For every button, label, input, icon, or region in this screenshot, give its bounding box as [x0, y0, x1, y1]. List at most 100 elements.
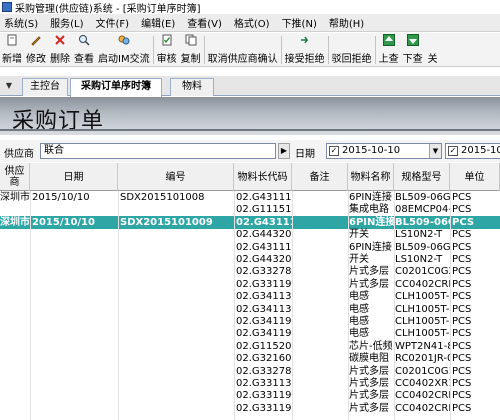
- header-number[interactable]: 编号: [118, 163, 234, 191]
- arrow-up-icon: [382, 34, 395, 46]
- new-button[interactable]: 新增: [0, 33, 24, 67]
- cell-supplier: [0, 365, 30, 378]
- column-divider: [348, 191, 349, 420]
- cell-spec: CLH1005T-5: [395, 291, 450, 303]
- start-im-button[interactable]: 启动IM交流: [96, 33, 152, 67]
- table-row[interactable]: 02.G331135 片式多层 CC0402XR10PCS: [0, 377, 500, 390]
- query-up-button[interactable]: 上查: [377, 33, 401, 67]
- table-row[interactable]: 02.G321601 碳膜电阻 RC0201JR-0 PCS: [0, 352, 500, 365]
- table-row[interactable]: 02.G341131 电感 CLH1005T-5 PCS: [0, 290, 500, 303]
- cell-supplier: 深圳市: [0, 216, 30, 228]
- cell-note: [294, 402, 348, 415]
- cell-material-code: 02.G341199: [236, 328, 292, 340]
- cell-number: SDX2015101009: [120, 216, 213, 228]
- modify-button[interactable]: 修改: [24, 33, 48, 67]
- cancel-supplier-confirm-button[interactable]: 取消供应商确认: [206, 33, 280, 67]
- accept-arrow-icon: [299, 34, 311, 46]
- header-unit[interactable]: 单位: [450, 163, 500, 191]
- date-from-checkbox[interactable]: ✓: [329, 146, 339, 156]
- audit-button[interactable]: 审核: [155, 33, 179, 67]
- accept-reject-button[interactable]: 接受拒绝: [283, 33, 327, 67]
- delete-button[interactable]: 删除: [48, 33, 72, 67]
- table-row[interactable]: 02.G331196 片式多层 CC0402CRNPPCS: [0, 278, 500, 291]
- date-to-checkbox[interactable]: ✓: [448, 146, 458, 156]
- banner-divider: [0, 129, 500, 131]
- cell-material-code: 02.G431110: [236, 241, 292, 253]
- table-row[interactable]: 02.G331196 片式多层 CC0402CRNPPCS: [0, 402, 500, 415]
- cell-number: [120, 241, 234, 254]
- menu-edit[interactable]: 编辑(E): [137, 15, 183, 30]
- header-supplier[interactable]: 供应商: [0, 163, 30, 191]
- table-row[interactable]: 02.G443201 开关 LS10N2-T PCS: [0, 228, 500, 241]
- tab-material[interactable]: 物料: [170, 78, 214, 96]
- cell-material-name: 片式多层: [349, 402, 389, 414]
- date-to-picker[interactable]: ✓ 2015-10: [445, 143, 500, 159]
- table-row[interactable]: 02.G331196 片式多层 CC0402CRNPPCS: [0, 389, 500, 402]
- date-from-picker[interactable]: ✓ 2015-10-10 ▼: [326, 143, 442, 159]
- table-row[interactable]: 02.G115205 芯片-低频WPT2N41-8/PCS: [0, 340, 500, 353]
- cell-material-name: 电感: [349, 303, 369, 315]
- chevron-down-icon[interactable]: ▼: [429, 144, 441, 158]
- cell-material-code: 02.G431110: [236, 192, 292, 203]
- table-row[interactable]: 02.G111510 集成电路 08EMCP04-NPPCS: [0, 203, 500, 216]
- menu-service[interactable]: 服务(L): [46, 15, 91, 30]
- menu-system[interactable]: 系统(S): [0, 15, 46, 30]
- cell-note: [294, 265, 348, 278]
- header-spec[interactable]: 规格型号: [394, 163, 450, 191]
- window-title: 采购管理(供应链)系统 - [采购订单序时簿]: [15, 3, 201, 15]
- table-row[interactable]: 02.G341199 电感 CLH1005T-5 PCS: [0, 327, 500, 340]
- column-divider: [30, 191, 31, 420]
- tab-main-console[interactable]: 主控台: [22, 78, 68, 96]
- toolbar-separator: [327, 36, 329, 64]
- menu-view[interactable]: 查看(V): [183, 15, 230, 30]
- column-divider: [450, 191, 451, 420]
- tab-purchase-order-list[interactable]: 采购订单序时簿: [70, 78, 162, 97]
- table-row[interactable]: 深圳市 2015/10/10 SDX2015101008 02.G431110 6PIN…: [0, 191, 500, 204]
- cell-note: [294, 340, 348, 353]
- table-row[interactable]: 02.G341199 电感 CLH1005T-5 PCS: [0, 315, 500, 328]
- table-row[interactable]: 02.G341131 电感 CLH1005T-1 PCS: [0, 303, 500, 316]
- cell-number: [120, 389, 234, 402]
- reject-back-button[interactable]: 驳回拒绝: [330, 33, 374, 67]
- toolbar-separator: [203, 36, 205, 64]
- cell-unit: PCS: [452, 340, 472, 352]
- supplier-input[interactable]: 联合: [40, 143, 276, 159]
- copy-button[interactable]: 复制: [179, 33, 203, 67]
- cell-material-code: 02.G331196: [236, 278, 292, 290]
- menu-file[interactable]: 文件(F): [92, 15, 138, 30]
- menu-format[interactable]: 格式(O): [230, 15, 278, 30]
- menu-push-down[interactable]: 下推(N): [278, 15, 325, 30]
- header-material-code[interactable]: 物料长代码: [234, 163, 292, 191]
- table-row[interactable]: 02.G332781 片式多层 C0201C0G22PCS: [0, 265, 500, 278]
- reject-back-icon: [346, 34, 358, 46]
- supplier-lookup-button[interactable]: ▶: [278, 143, 290, 159]
- tab-strip: ▼ 主控台 采购订单序时簿 物料: [0, 76, 500, 97]
- table-row[interactable]: 深圳市 2015/10/10 SDX2015101009 02.G43111 6PIN连…: [0, 215, 500, 229]
- cell-date: [32, 278, 118, 291]
- cell-number: [120, 253, 234, 266]
- cell-note: [294, 191, 348, 204]
- query-down-button[interactable]: 下查: [401, 33, 425, 67]
- cell-supplier: [0, 278, 30, 291]
- table-row[interactable]: 02.G332780 片式多层 C0201C0G1 PCS: [0, 365, 500, 378]
- date-to-value: 2015-10: [461, 145, 500, 156]
- view-button[interactable]: 查看: [72, 33, 96, 67]
- cell-date: [32, 402, 118, 415]
- cell-date: [32, 327, 118, 340]
- cell-spec: C0201C0G1: [395, 365, 450, 377]
- date-label: 日期: [295, 149, 315, 160]
- close-button[interactable]: 关: [425, 33, 441, 67]
- menu-help[interactable]: 帮助(H): [325, 15, 372, 30]
- cell-material-code: 02.G341131: [236, 291, 292, 303]
- table-row[interactable]: 02.G443201 开关 LS10N2-T PCS: [0, 253, 500, 266]
- header-material-name[interactable]: 物料名称: [348, 163, 394, 191]
- header-note[interactable]: 备注: [292, 163, 348, 191]
- column-divider: [234, 191, 235, 420]
- cell-unit: PCS: [452, 254, 472, 265]
- cell-supplier: [0, 389, 30, 402]
- tab-list-dropdown-icon[interactable]: ▼: [3, 80, 15, 92]
- cell-date: [32, 303, 118, 316]
- header-date[interactable]: 日期: [30, 163, 118, 191]
- cell-number: [120, 315, 234, 328]
- table-row[interactable]: 02.G431110 6PIN连接BL509-06G3PCS: [0, 241, 500, 254]
